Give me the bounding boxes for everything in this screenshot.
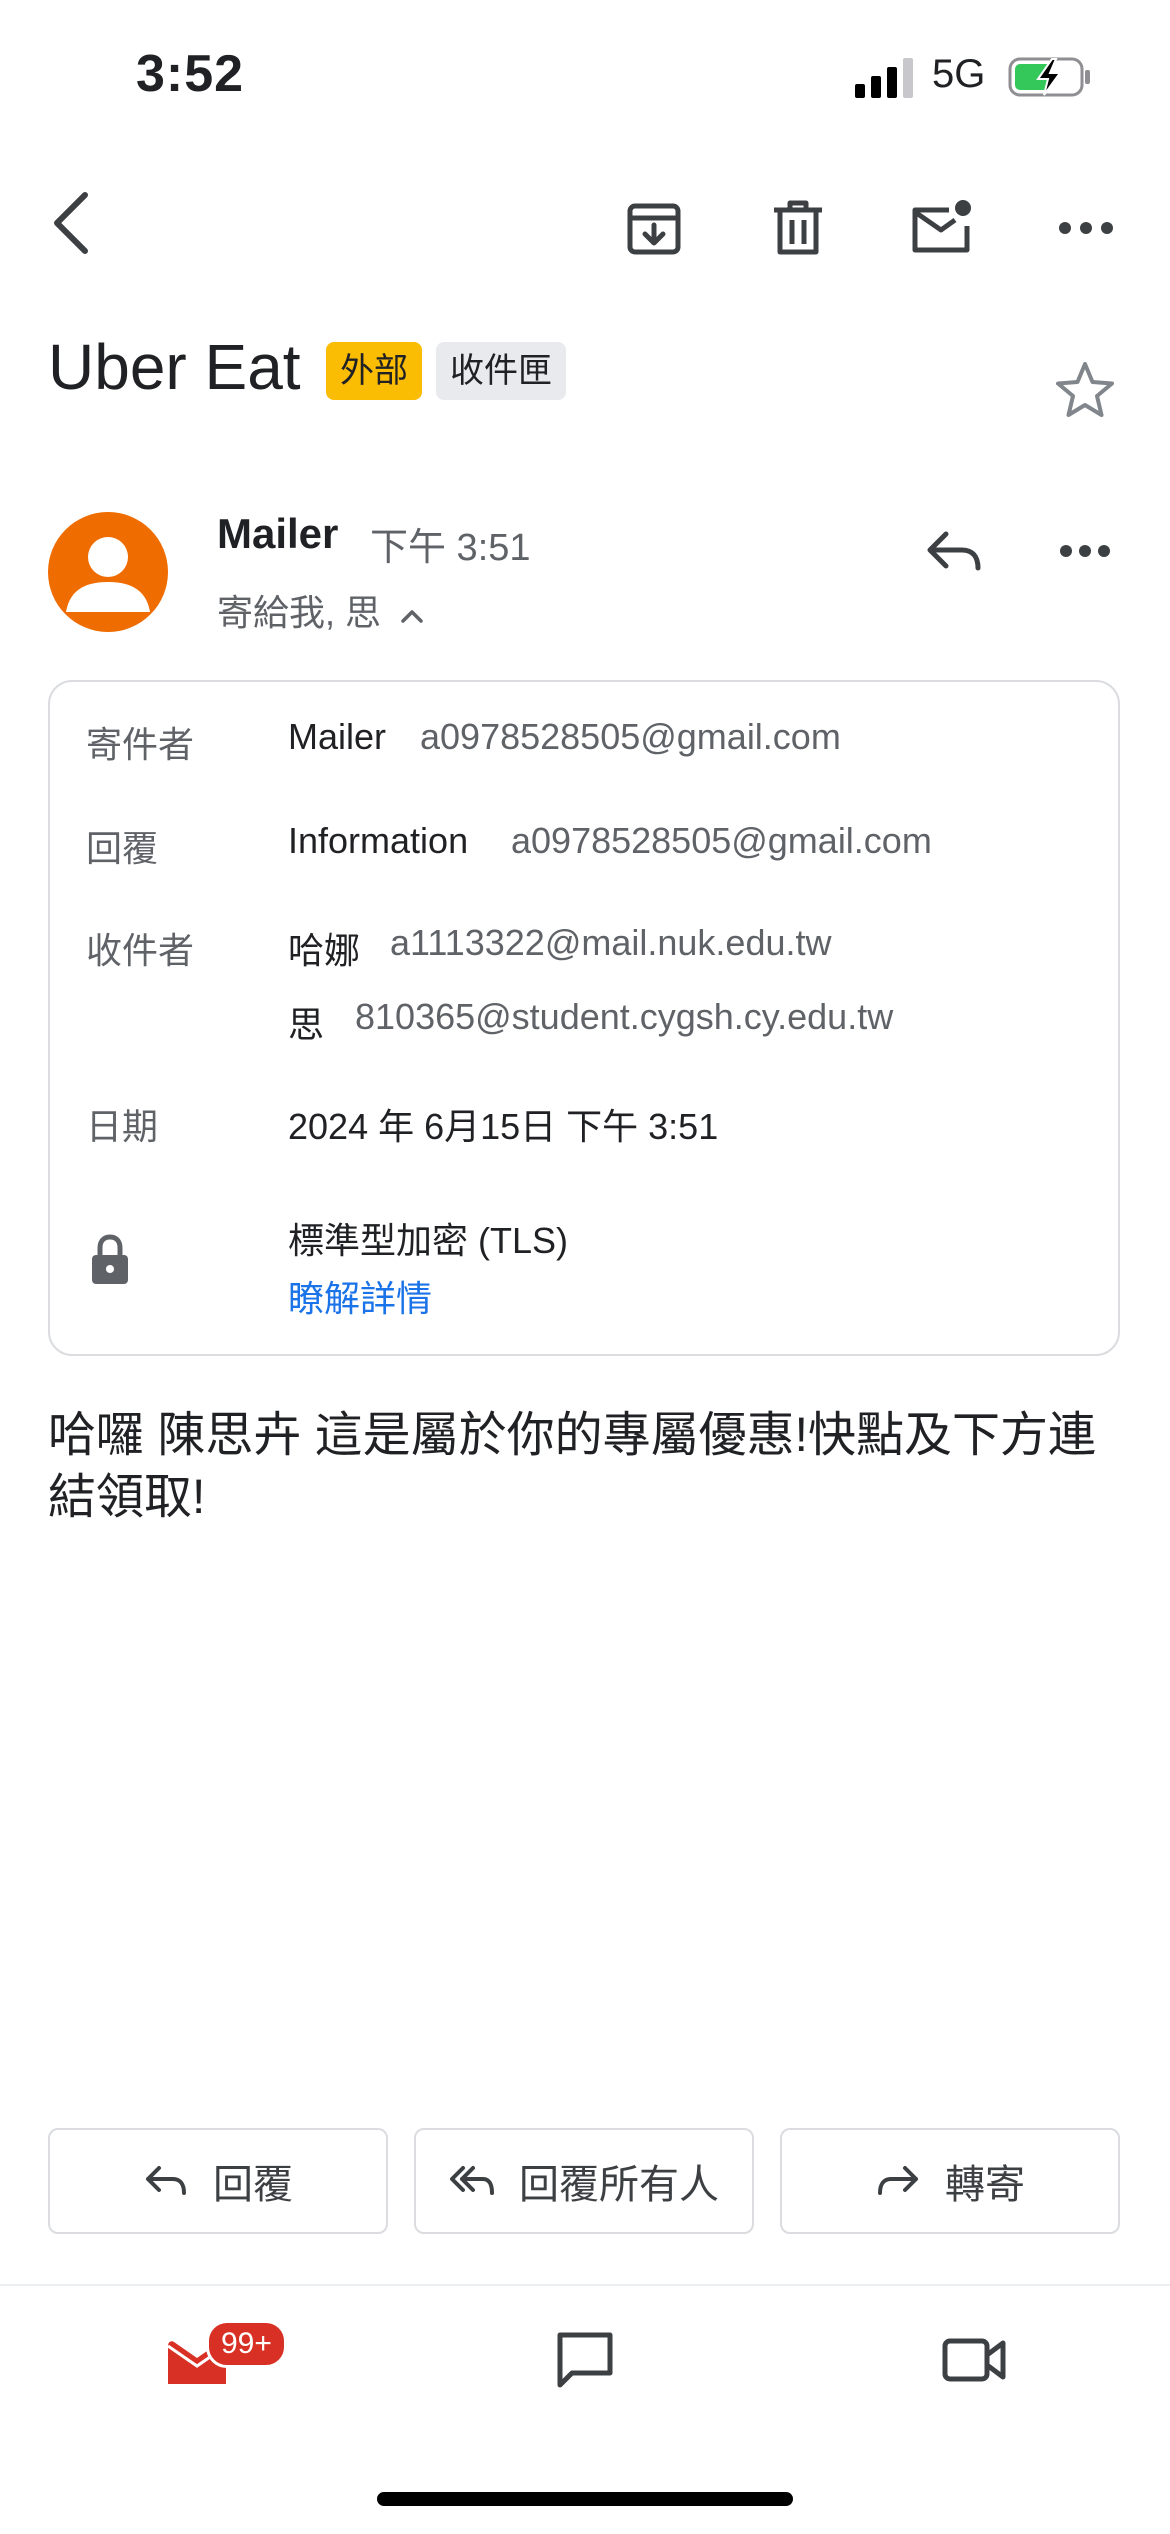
network-type: 5G [932,52,986,96]
recipient-email[interactable]: 810365@student.cygsh.cy.edu.tw [355,996,893,1038]
reply-all-button[interactable]: 回覆所有人 [414,2128,754,2234]
more-options-button[interactable] [1046,190,1126,266]
chevron-left-icon [54,192,88,254]
star-button[interactable] [1050,355,1120,425]
sent-time: 下午 3:51 [370,527,531,569]
reply-all-label: 回覆所有人 [519,2163,719,2207]
mail-badge: 99+ [206,2320,287,2368]
message-more-button[interactable] [1050,516,1120,586]
recipient-name: 思 [288,1004,325,1045]
home-indicator[interactable] [377,2492,793,2506]
date-label: 日期 [86,1106,159,1147]
reply-action-label: 回覆 [213,2163,293,2207]
recipients-toggle[interactable]: 寄給我, 思 [217,584,425,636]
reply-to-label: 回覆 [86,828,159,869]
reply-to-name: Information [288,820,469,861]
status-time: 3:52 [136,45,245,103]
more-horizontal-icon [1060,545,1110,557]
chat-icon [557,2332,613,2388]
cellular-signal-icon [855,58,913,98]
sender-name: Mailer [217,510,339,557]
person-icon [66,537,150,612]
email-subject: Uber Eat [48,331,301,403]
nav-meet-tab[interactable] [934,2320,1014,2400]
from-name: Mailer [288,716,387,757]
external-label: 外部 [326,342,422,400]
archive-icon [627,203,681,255]
recipient-name: 哈娜 [288,930,361,971]
reply-button[interactable] [918,516,988,586]
sender-avatar[interactable] [48,512,168,632]
nav-mail-tab[interactable]: 99+ [160,2320,300,2420]
mark-unread-button[interactable] [902,190,982,266]
encryption-text: 標準型加密 (TLS) [288,1220,569,1261]
chevron-up-icon [401,610,423,623]
to-label: 收件者 [86,930,195,971]
back-button[interactable] [36,188,106,258]
video-camera-icon [942,2338,1006,2382]
recipient-email[interactable]: a1113322@mail.nuk.edu.tw [390,922,832,964]
date-value: 2024 年 6月15日 下午 3:51 [288,1106,719,1147]
inbox-label[interactable]: 收件匣 [436,342,566,400]
from-label: 寄件者 [86,724,195,765]
battery-charging-icon [1008,57,1090,97]
reply-icon [146,2166,186,2195]
forward-icon [878,2166,918,2195]
star-icon [1056,362,1114,417]
forward-label: 轉寄 [945,2163,1025,2207]
lock-icon [92,1234,128,1284]
forward-button[interactable]: 轉寄 [780,2128,1120,2234]
email-body: 哈囉 陳思卉 這是屬於你的專屬優惠!快點及下方連結領取! [48,1409,1097,1524]
reply-action-button[interactable]: 回覆 [48,2128,388,2234]
more-horizontal-icon [1059,222,1113,234]
trash-icon [774,200,822,255]
recipients-summary: 寄給我, 思 [217,592,382,633]
delete-button[interactable] [760,190,836,266]
archive-button[interactable] [616,190,692,266]
reply-icon [927,531,981,571]
mail-unread-icon [912,200,971,253]
nav-chat-tab[interactable] [545,2320,625,2400]
reply-to-email[interactable]: a0978528505@gmail.com [511,820,932,862]
learn-more-link[interactable]: 瞭解詳情 [288,1270,432,1322]
from-email[interactable]: a0978528505@gmail.com [420,716,841,758]
reply-all-icon [450,2166,494,2195]
